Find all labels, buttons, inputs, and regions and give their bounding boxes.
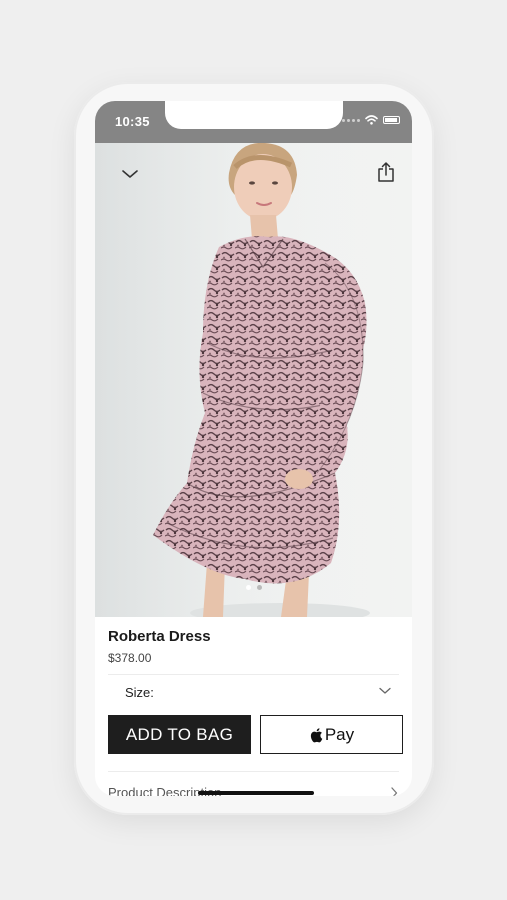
status-icons (342, 115, 400, 125)
product-price: $378.00 (108, 651, 152, 665)
chevron-right-icon (391, 787, 398, 796)
mute-switch (71, 186, 74, 208)
phone-screen: 10:35 Roberta Dress $378.00 Size: ADD TO… (95, 101, 412, 796)
product-image[interactable] (95, 143, 412, 617)
size-selector[interactable]: Size: (108, 675, 399, 709)
divider (108, 771, 399, 772)
battery-icon (383, 116, 400, 124)
volume-up-button (71, 240, 74, 284)
apple-pay-button[interactable]: Pay (260, 715, 403, 754)
cellular-dots-icon (342, 118, 360, 122)
chevron-down-icon (379, 687, 391, 694)
gallery-dot[interactable] (245, 585, 251, 590)
device-mockup-stage: 10:35 Roberta Dress $378.00 Size: ADD TO… (0, 0, 507, 900)
status-bar: 10:35 (95, 101, 412, 143)
share-button[interactable] (372, 158, 400, 186)
collapse-button[interactable] (116, 160, 144, 188)
notch (165, 101, 343, 129)
volume-down-button (71, 298, 74, 342)
status-time: 10:35 (115, 114, 150, 129)
apple-pay-label: Pay (324, 724, 355, 744)
gallery-dot[interactable] (256, 585, 262, 590)
add-to-bag-button[interactable]: ADD TO BAG (108, 715, 251, 754)
home-indicator[interactable] (198, 791, 314, 795)
power-button (434, 246, 437, 316)
wifi-icon (365, 115, 378, 125)
model-photo (95, 143, 412, 617)
gallery-page-indicator[interactable] (95, 585, 412, 590)
size-label: Size: (125, 685, 154, 700)
product-name: Roberta Dress (108, 628, 211, 645)
apple-logo-icon (310, 727, 323, 742)
share-icon (378, 162, 394, 182)
chevron-down-icon (122, 170, 138, 178)
